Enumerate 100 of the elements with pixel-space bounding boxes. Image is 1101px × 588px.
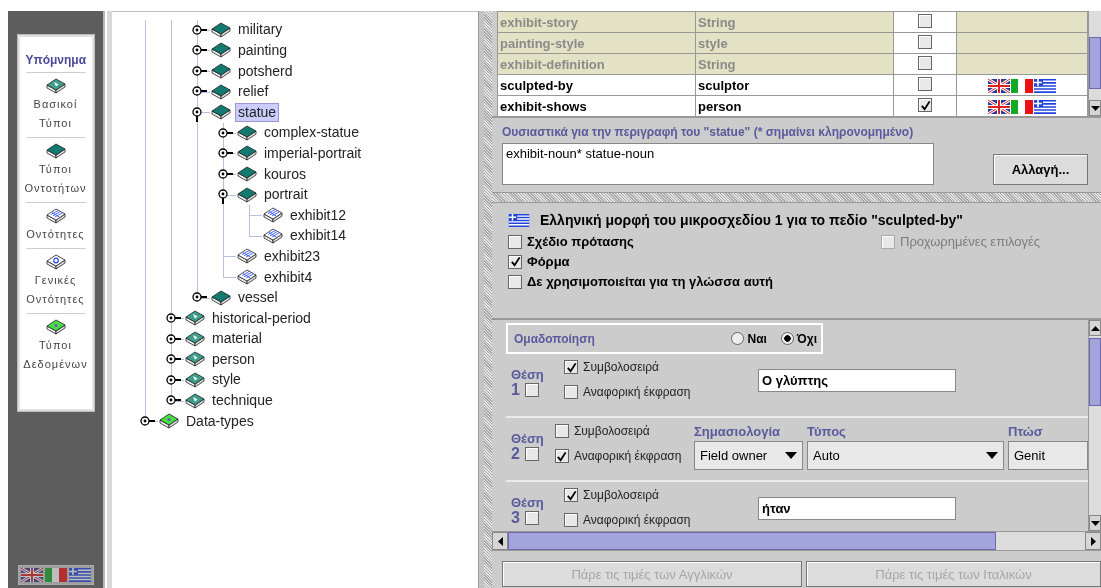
table-row[interactable]: exhibit-shows person bbox=[497, 95, 1088, 117]
book-icon bbox=[46, 77, 66, 95]
radio-button[interactable] bbox=[731, 332, 745, 345]
dropdown[interactable]: Genit bbox=[1008, 441, 1088, 470]
flag-icon bbox=[1034, 78, 1056, 93]
splitter-handle[interactable] bbox=[492, 192, 1101, 203]
checkbox[interactable] bbox=[564, 513, 578, 527]
book-icon bbox=[211, 62, 231, 81]
table-cell: String bbox=[698, 56, 736, 72]
radio-button[interactable] bbox=[780, 332, 794, 345]
tree-item[interactable]: painting bbox=[235, 41, 291, 60]
checkbox-label[interactable]: Αναφορική έκφραση bbox=[583, 385, 691, 399]
checkbox[interactable] bbox=[508, 274, 522, 289]
scroll-down-button[interactable] bbox=[1089, 515, 1101, 531]
tree-item[interactable]: exhibit14 bbox=[287, 226, 350, 246]
book-icon bbox=[185, 309, 205, 328]
tree-item[interactable]: historical-period bbox=[209, 308, 314, 328]
checkbox-label[interactable]: Συμβολοσειρά bbox=[573, 424, 650, 438]
book-icon bbox=[46, 253, 66, 271]
book-icon bbox=[237, 247, 257, 266]
table-row[interactable]: sculpted-by sculptor bbox=[497, 74, 1088, 96]
text-field[interactable]: ήταν bbox=[758, 497, 956, 520]
slot-number: 3 bbox=[511, 509, 520, 527]
scrollbar-thumb[interactable] bbox=[1089, 338, 1101, 406]
scroll-up-button[interactable] bbox=[1089, 320, 1101, 336]
tree-item[interactable]: relief bbox=[235, 82, 272, 102]
change-button[interactable]: Αλλαγή... bbox=[993, 153, 1088, 185]
radio-label[interactable]: Όχι bbox=[796, 331, 817, 346]
flag-icon bbox=[1011, 78, 1033, 93]
checkbox-label[interactable]: Δε χρησιμοποιείται για τη γλώσσα αυτή bbox=[527, 274, 773, 289]
tree-item[interactable]: technique bbox=[209, 391, 276, 411]
checkbox[interactable] bbox=[918, 13, 932, 28]
checkbox[interactable] bbox=[918, 55, 932, 70]
checkbox[interactable] bbox=[508, 234, 522, 249]
splitter-handle[interactable] bbox=[484, 11, 492, 588]
book-icon bbox=[237, 185, 257, 204]
legend-label: Τύποι Δεδομένων bbox=[22, 338, 89, 372]
checkbox[interactable] bbox=[918, 34, 932, 49]
scrollbar[interactable] bbox=[1088, 320, 1101, 531]
tree-item[interactable]: statue bbox=[235, 102, 280, 122]
scrollbar[interactable] bbox=[1088, 11, 1101, 116]
tree-item[interactable]: portrait bbox=[261, 185, 311, 205]
checkbox[interactable] bbox=[524, 383, 539, 397]
book-icon bbox=[185, 350, 205, 369]
tree-item[interactable]: complex-statue bbox=[261, 123, 362, 143]
flag-icon[interactable] bbox=[20, 568, 43, 582]
checkbox[interactable] bbox=[918, 76, 932, 91]
checkbox[interactable] bbox=[524, 447, 539, 461]
tree-item[interactable]: military bbox=[235, 20, 286, 40]
tree-item[interactable]: potsherd bbox=[235, 61, 296, 81]
scroll-left-button[interactable] bbox=[492, 532, 508, 550]
text-area[interactable]: exhibit-noun* statue-noun bbox=[502, 143, 934, 185]
dropdown[interactable]: Auto bbox=[807, 441, 1004, 470]
table-cell: sculptor bbox=[698, 77, 750, 93]
table-cell: painting-style bbox=[500, 35, 585, 51]
tree-item[interactable]: person bbox=[209, 349, 258, 369]
legend-label: Τύποι Οντοτήτων bbox=[23, 162, 88, 196]
tree-item[interactable]: vessel bbox=[235, 288, 281, 308]
checkbox[interactable] bbox=[554, 449, 569, 463]
tree-item[interactable]: imperial-portrait bbox=[261, 143, 365, 163]
checkbox[interactable] bbox=[564, 360, 578, 374]
checkbox-label[interactable]: Αναφορική έκφραση bbox=[583, 513, 691, 527]
flag-icon[interactable] bbox=[44, 568, 67, 582]
checkbox[interactable] bbox=[508, 254, 522, 269]
tree-item[interactable]: exhibit4 bbox=[261, 267, 316, 287]
checkbox-label[interactable]: Φόρμα bbox=[527, 254, 570, 269]
tree-item[interactable]: material bbox=[209, 329, 265, 349]
tree-item[interactable]: kouros bbox=[261, 164, 310, 184]
legend-title: Υπόμνημα bbox=[25, 53, 86, 73]
flag-icon bbox=[508, 213, 530, 227]
tree-item[interactable]: exhibit12 bbox=[287, 205, 350, 225]
scrollbar-thumb[interactable] bbox=[508, 532, 996, 550]
checkbox[interactable] bbox=[918, 98, 932, 113]
scrollbar[interactable] bbox=[492, 531, 1101, 551]
checkbox[interactable] bbox=[554, 424, 569, 438]
tree-item[interactable]: Data-types bbox=[183, 411, 257, 431]
checkbox-label[interactable]: Σχέδιο πρότασης bbox=[527, 234, 634, 249]
radio-label[interactable]: Ναι bbox=[747, 331, 767, 346]
checkbox[interactable] bbox=[564, 385, 578, 399]
book-icon bbox=[46, 142, 66, 160]
scroll-right-button[interactable] bbox=[1085, 532, 1101, 550]
dropdown[interactable]: Field owner bbox=[694, 441, 803, 470]
checkbox[interactable] bbox=[524, 511, 539, 525]
slot-number: 1 bbox=[511, 381, 520, 399]
text-field[interactable]: Ο γλύπτης bbox=[758, 369, 956, 392]
slot-label: Θέση bbox=[511, 496, 545, 509]
book-icon bbox=[211, 41, 231, 60]
table-cell: exhibit-shows bbox=[500, 98, 587, 114]
scrollbar-thumb[interactable] bbox=[1089, 37, 1101, 89]
checkbox-label[interactable]: Συμβολοσειρά bbox=[583, 488, 659, 502]
tree-item[interactable]: exhibit23 bbox=[261, 246, 324, 266]
slot-label: Θέση bbox=[511, 432, 545, 445]
scroll-down-button[interactable] bbox=[1089, 100, 1101, 116]
column-label: Πτώσ bbox=[1008, 424, 1044, 439]
table-cell: style bbox=[698, 35, 728, 51]
checkbox[interactable] bbox=[564, 488, 578, 502]
arrow-right-icon bbox=[1090, 536, 1096, 546]
tree-item[interactable]: style bbox=[209, 370, 244, 390]
checkbox-label[interactable]: Συμβολοσειρά bbox=[583, 360, 659, 374]
checkbox-label[interactable]: Αναφορική έκφραση bbox=[573, 449, 682, 463]
